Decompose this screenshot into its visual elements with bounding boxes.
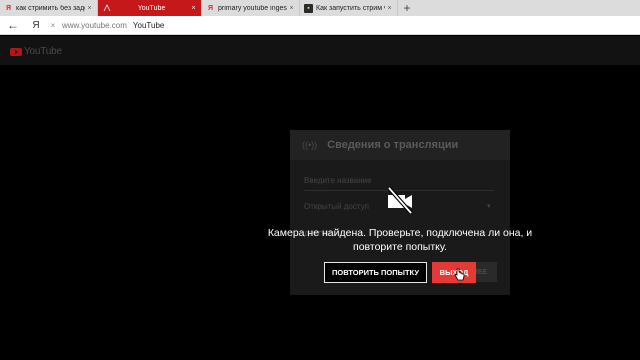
privacy-select[interactable]: Открытый доступ [304, 202, 369, 211]
yandex-icon: Я [207, 4, 214, 12]
address-bar: ← Я × www.youtube.com YouTube [0, 16, 640, 35]
retry-button[interactable]: ПОВТОРИТЬ ПОПЫТКУ [324, 262, 427, 283]
youtube-logo[interactable]: YouTube [10, 46, 62, 57]
youtube-icon [102, 4, 111, 13]
tab-label: Как запустить стрим через [316, 4, 385, 12]
broadcast-icon: ((•)) [302, 140, 318, 150]
tab-label: YouTube [137, 4, 166, 12]
chevron-down-icon[interactable]: ▾ [487, 202, 491, 210]
dialog-header: ((•)) Сведения о трансляции [290, 130, 510, 160]
new-tab-button[interactable]: + [398, 0, 416, 16]
close-icon[interactable]: × [385, 5, 394, 12]
tab-ingest-server[interactable]: Я primary youtube ingest server × [202, 0, 300, 16]
yandex-button[interactable]: Я [26, 20, 46, 31]
camera-error-message: Камера не найдена. Проверьте, подключена… [267, 227, 533, 253]
close-icon[interactable]: × [85, 5, 94, 12]
tab-label: как стримить без задержки [16, 4, 85, 12]
close-icon[interactable]: × [189, 5, 198, 12]
tab-how-to-stream[interactable]: Я как стримить без задержки × [0, 0, 98, 16]
dialog-title: Сведения о трансляции [327, 139, 459, 151]
book-icon: ▪ [304, 3, 313, 13]
url-text[interactable]: www.youtube.com [62, 21, 127, 30]
tab-start-stream[interactable]: ▪ Как запустить стрим через × [300, 0, 398, 16]
youtube-logo-text: YouTube [24, 46, 62, 57]
yandex-icon: Я [5, 4, 12, 12]
hand-cursor-icon [454, 268, 465, 281]
camera-off-icon [387, 186, 413, 214]
tab-strip: Я как стримить без задержки × YouTube × … [0, 0, 640, 16]
youtube-header: YouTube [0, 36, 640, 65]
title-input-label[interactable]: Введите название [304, 176, 372, 185]
address-clear-icon[interactable]: × [46, 21, 60, 30]
tab-label: primary youtube ingest server [218, 4, 287, 12]
youtube-play-icon [10, 47, 22, 56]
back-arrow-icon[interactable]: ← [0, 18, 26, 32]
close-icon[interactable]: × [287, 5, 296, 12]
tab-youtube[interactable]: YouTube × [98, 0, 202, 16]
page-title: YouTube [132, 20, 165, 30]
